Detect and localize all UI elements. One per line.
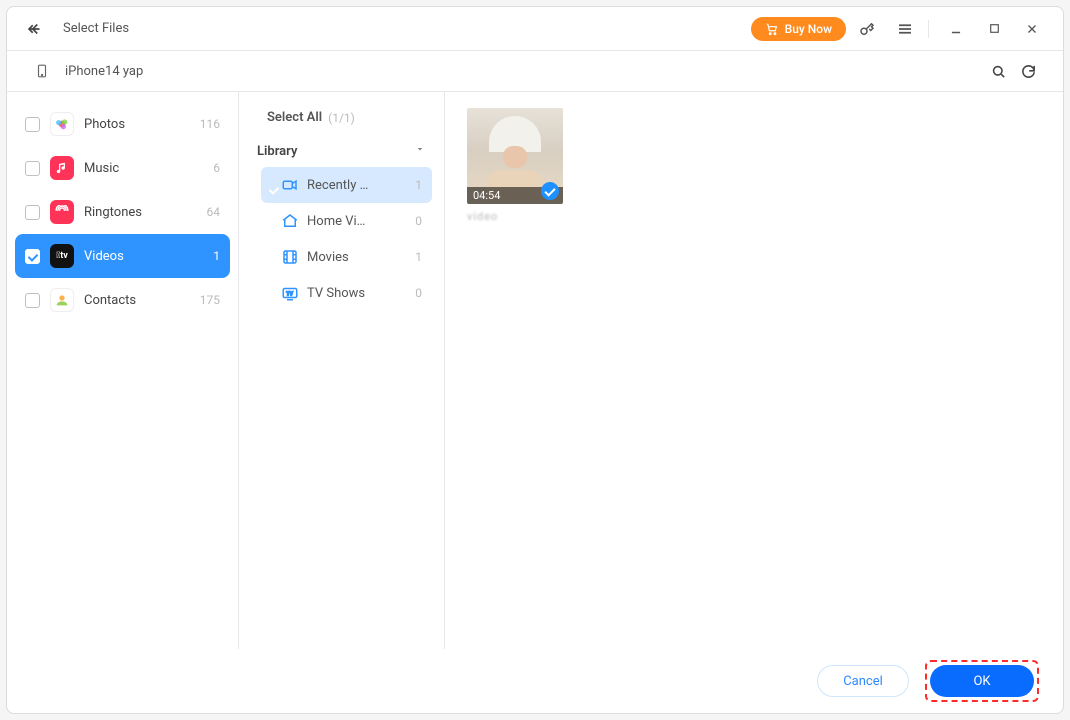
category-count: 64: [207, 205, 221, 219]
select-all-label: Select All: [267, 110, 322, 125]
close-button[interactable]: [1015, 15, 1049, 43]
cancel-label: Cancel: [843, 674, 883, 689]
app-window: Select Files Buy Now: [6, 6, 1064, 714]
library-item-label: Movies: [307, 250, 415, 265]
category-count: 116: [200, 117, 220, 131]
ok-button[interactable]: OK: [930, 665, 1034, 697]
checkbox[interactable]: [25, 117, 40, 132]
footer: Cancel OK: [7, 649, 1063, 713]
videos-icon: tv: [50, 244, 74, 268]
checkbox[interactable]: [25, 205, 40, 220]
divider: [928, 20, 929, 38]
select-all-row[interactable]: Select All (1/1): [251, 106, 432, 129]
select-all-fraction: (1/1): [328, 111, 355, 125]
library-item-home-videos[interactable]: Home Vi… 0: [261, 203, 432, 239]
minimize-button[interactable]: [939, 15, 973, 43]
ringtones-icon: [50, 200, 74, 224]
category-sidebar: Photos 116 Music 6 Ringtones 64: [7, 92, 239, 649]
contacts-icon: [50, 288, 74, 312]
film-icon: [281, 248, 299, 266]
svg-text:TV: TV: [286, 291, 293, 297]
checkbox[interactable]: [25, 249, 40, 264]
library-header-label: Library: [257, 144, 297, 159]
category-videos[interactable]: tv Videos 1: [15, 234, 230, 278]
photos-icon: [50, 112, 74, 136]
checkbox[interactable]: [25, 161, 40, 176]
library-item-count: 1: [415, 250, 422, 264]
checkbox[interactable]: [25, 293, 40, 308]
titlebar: Select Files Buy Now: [7, 7, 1063, 51]
cancel-button[interactable]: Cancel: [817, 665, 909, 697]
category-contacts[interactable]: Contacts 175: [15, 278, 230, 322]
thumbnail-selected-icon: [541, 182, 559, 200]
category-count: 1: [213, 249, 220, 263]
category-ringtones[interactable]: Ringtones 64: [15, 190, 230, 234]
home-icon: [281, 212, 299, 230]
ok-highlight: OK: [925, 660, 1039, 702]
chevron-down-icon: [414, 143, 426, 159]
library-item-movies[interactable]: Movies 1: [261, 239, 432, 275]
camera-icon: [281, 176, 299, 194]
device-name: iPhone14 yap: [65, 64, 143, 79]
maximize-button[interactable]: [977, 15, 1011, 43]
menu-icon[interactable]: [888, 15, 922, 43]
content-area: 04:54 video: [445, 92, 1063, 649]
category-label: Ringtones: [84, 205, 207, 220]
ok-label: OK: [973, 674, 990, 689]
library-panel: Select All (1/1) Library Recently … 1: [239, 92, 445, 649]
category-label: Videos: [84, 249, 213, 264]
device-bar: iPhone14 yap: [7, 51, 1063, 91]
category-label: Music: [84, 161, 213, 176]
library-item-count: 0: [415, 286, 422, 300]
library-item-label: Recently …: [307, 178, 415, 193]
library-item-label: TV Shows: [307, 286, 415, 301]
library-header[interactable]: Library: [251, 129, 432, 167]
library-item-count: 0: [415, 214, 422, 228]
search-icon[interactable]: [983, 57, 1013, 85]
buy-now-button[interactable]: Buy Now: [751, 17, 846, 41]
category-photos[interactable]: Photos 116: [15, 102, 230, 146]
window-title: Select Files: [63, 21, 129, 36]
video-thumbnail[interactable]: 04:54: [467, 108, 563, 204]
buy-now-label: Buy Now: [785, 22, 832, 36]
music-icon: [50, 156, 74, 180]
thumbnail-filename: video: [467, 210, 1041, 223]
category-count: 6: [213, 161, 220, 175]
key-icon[interactable]: [850, 15, 884, 43]
back-button[interactable]: [21, 15, 49, 43]
library-item-recently[interactable]: Recently … 1: [261, 167, 432, 203]
category-label: Photos: [84, 117, 200, 132]
tv-icon: TV: [281, 284, 299, 302]
library-item-count: 1: [415, 178, 422, 192]
library-item-tv-shows[interactable]: TV TV Shows 0: [261, 275, 432, 311]
main-area: Photos 116 Music 6 Ringtones 64: [7, 91, 1063, 649]
category-label: Contacts: [84, 293, 200, 308]
phone-icon: [27, 57, 57, 85]
category-count: 175: [200, 293, 220, 307]
refresh-icon[interactable]: [1013, 57, 1043, 85]
category-music[interactable]: Music 6: [15, 146, 230, 190]
library-item-label: Home Vi…: [307, 214, 415, 229]
